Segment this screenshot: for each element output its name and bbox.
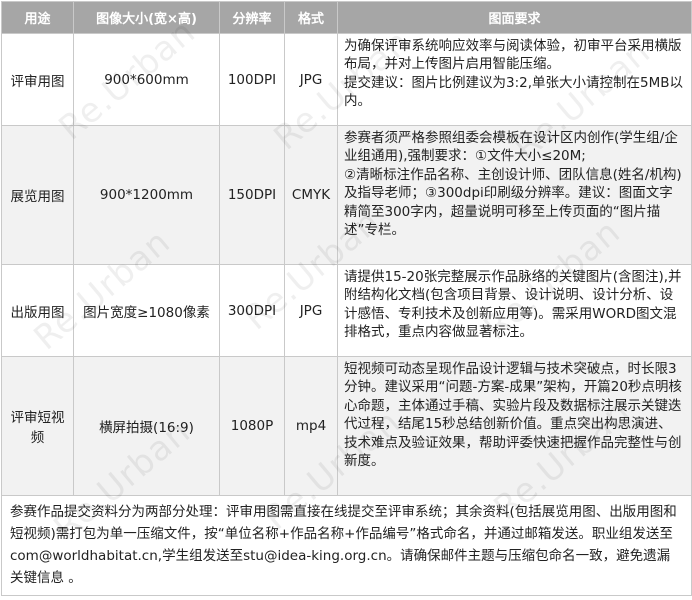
cell-resolution: 150DPI: [219, 125, 285, 265]
cell-use: 评审用图: [1, 33, 74, 126]
header-use: 用途: [1, 1, 74, 34]
table-header-row: 用途 图像大小(宽×高) 分辨率 格式 图面要求: [1, 1, 692, 34]
cell-resolution: 1080P: [219, 356, 285, 496]
spec-table: 用途 图像大小(宽×高) 分辨率 格式 图面要求 评审用图 900*600mm …: [1, 1, 692, 596]
cell-size: 900*1200mm: [73, 125, 220, 265]
cell-size: 图片宽度≥1080像素: [73, 264, 220, 357]
cell-requirements: 请提供15-20张完整展示作品脉络的关键图片(含图注),并附结构化文档(包含项目…: [337, 264, 692, 357]
cell-format: JPG: [284, 33, 338, 126]
table-row: 评审用图 900*600mm 100DPI JPG 为确保评审系统响应效率与阅读…: [1, 33, 692, 126]
cell-resolution: 300DPI: [219, 264, 285, 357]
footer-row: 参赛作品提交资料分为两部分处理：评审用图需直接在线提交至评审系统；其余资料(包括…: [1, 495, 692, 596]
cell-requirements: 短视频可动态呈现作品设计逻辑与技术突破点，时长限3分钟。建议采用“问题-方案-成…: [337, 356, 692, 496]
cell-size: 横屏拍摄(16:9): [73, 356, 220, 496]
cell-format: CMYK: [284, 125, 338, 265]
header-resolution: 分辨率: [219, 1, 285, 34]
cell-resolution: 100DPI: [219, 33, 285, 126]
cell-requirements: 为确保评审系统响应效率与阅读体验，初审平台采用横版布局，并对上传图片启用智能压缩…: [337, 33, 692, 126]
cell-format: JPG: [284, 264, 338, 357]
cell-use: 展览用图: [1, 125, 74, 265]
cell-requirements: 参赛者须严格参照组委会模板在设计区内创作(学生组/企业组通用),强制要求：①文件…: [337, 125, 692, 265]
table-row: 出版用图 图片宽度≥1080像素 300DPI JPG 请提供15-20张完整展…: [1, 264, 692, 357]
table-row: 评审短视频 横屏拍摄(16:9) 1080P mp4 短视频可动态呈现作品设计逻…: [1, 356, 692, 496]
cell-use: 评审短视频: [1, 356, 74, 496]
table-row: 展览用图 900*1200mm 150DPI CMYK 参赛者须严格参照组委会模…: [1, 125, 692, 265]
header-requirements: 图面要求: [337, 1, 692, 34]
header-size: 图像大小(宽×高): [73, 1, 220, 34]
header-format: 格式: [284, 1, 338, 34]
cell-size: 900*600mm: [73, 33, 220, 126]
cell-use: 出版用图: [1, 264, 74, 357]
submission-note: 参赛作品提交资料分为两部分处理：评审用图需直接在线提交至评审系统；其余资料(包括…: [1, 495, 692, 596]
cell-format: mp4: [284, 356, 338, 496]
